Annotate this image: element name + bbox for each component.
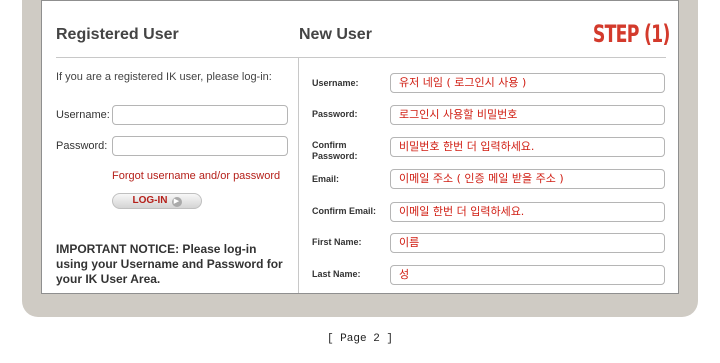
- login-intro-text: If you are a registered IK user, please …: [56, 71, 272, 83]
- new-password-label: Password:: [312, 109, 358, 119]
- email-input[interactable]: 이메일 주소 ( 인증 메일 받을 주소 ): [390, 169, 665, 189]
- column-divider: [298, 57, 299, 293]
- confirm-email-input[interactable]: 이메일 한번 더 입력하세요.: [390, 202, 665, 222]
- login-username-input[interactable]: [112, 105, 288, 125]
- login-password-label: Password:: [56, 140, 108, 152]
- header-divider: [56, 57, 666, 58]
- login-username-label: Username:: [56, 109, 110, 121]
- new-username-label: Username:: [312, 78, 359, 88]
- login-register-panel: Registered User New User STEP (1) If you…: [41, 0, 679, 294]
- play-arrow-icon: ▶: [171, 197, 182, 207]
- confirm-email-label: Confirm Email:: [312, 206, 377, 216]
- login-button-label: LOG-IN: [132, 195, 168, 206]
- confirm-password-label: Confirm Password:: [312, 140, 358, 161]
- confirm-password-input[interactable]: 비밀번호 한번 더 입력하세요.: [390, 137, 665, 157]
- step-label: STEP (1): [593, 20, 670, 48]
- important-notice: IMPORTANT NOTICE: Please log-in using yo…: [56, 242, 283, 286]
- last-name-label: Last Name:: [312, 269, 361, 279]
- first-name-label: First Name:: [312, 237, 362, 247]
- new-password-input[interactable]: 로그인시 사용할 비밀번호: [390, 105, 665, 125]
- email-label: Email:: [312, 174, 340, 184]
- login-button[interactable]: LOG-IN ▶: [112, 193, 202, 209]
- first-name-input[interactable]: 이름: [390, 233, 665, 253]
- login-password-input[interactable]: [112, 136, 288, 156]
- registered-user-heading: Registered User: [56, 26, 179, 43]
- last-name-input[interactable]: 성: [390, 265, 665, 285]
- new-user-heading: New User: [299, 26, 372, 43]
- new-username-input[interactable]: 유저 네임 ( 로그인시 사용 ): [390, 73, 665, 93]
- page-number: [ Page 2 ]: [326, 333, 393, 345]
- forgot-credentials-link[interactable]: Forgot username and/or password: [112, 170, 280, 182]
